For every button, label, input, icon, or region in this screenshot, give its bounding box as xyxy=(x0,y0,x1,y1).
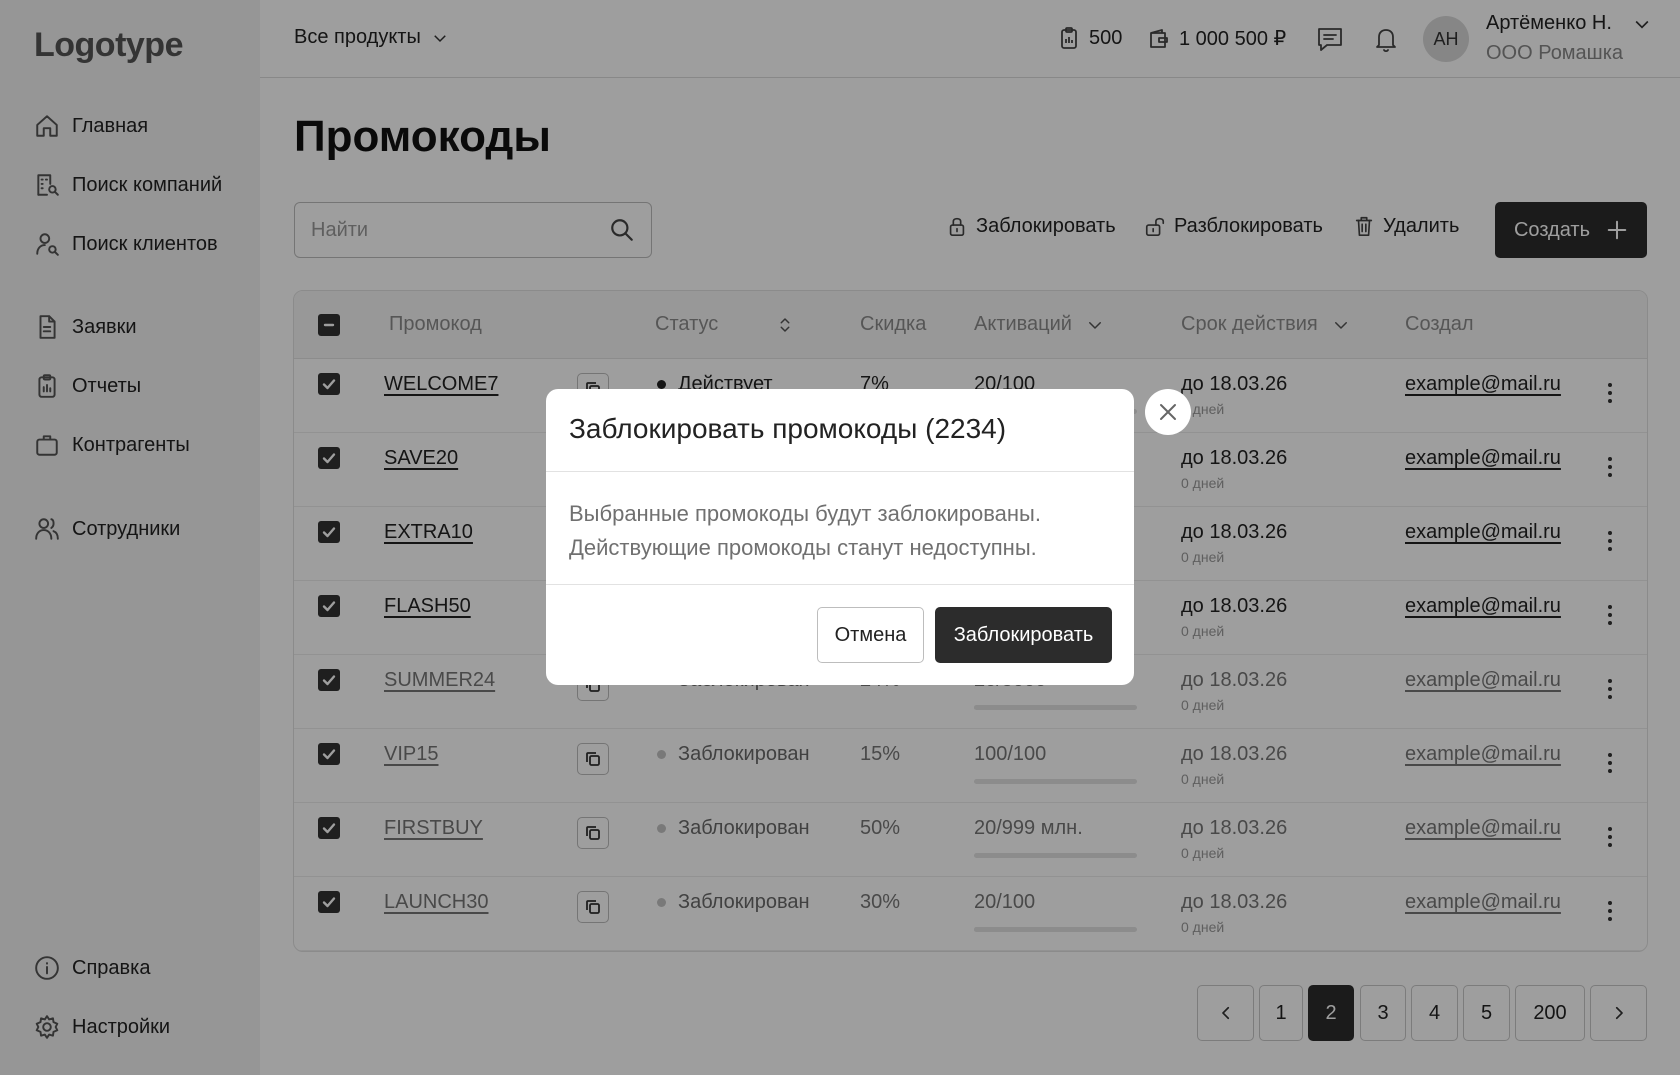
close-dialog-button[interactable] xyxy=(1145,389,1191,435)
block-confirm-dialog: Заблокировать промокоды (2234) Выбранные… xyxy=(546,389,1134,685)
close-icon xyxy=(1160,404,1176,420)
divider xyxy=(546,471,1134,472)
dialog-message: Выбранные промокоды будут заблокированы.… xyxy=(569,497,1114,565)
dialog-title: Заблокировать промокоды (2234) xyxy=(569,413,1007,444)
confirm-block-button[interactable]: Заблокировать xyxy=(935,607,1112,663)
dialog-message-line: Действующие промокоды станут недоступны. xyxy=(569,535,1037,560)
divider xyxy=(546,584,1134,585)
cancel-button[interactable]: Отмена xyxy=(817,607,924,663)
dialog-message-line: Выбранные промокоды будут заблокированы. xyxy=(569,501,1041,526)
